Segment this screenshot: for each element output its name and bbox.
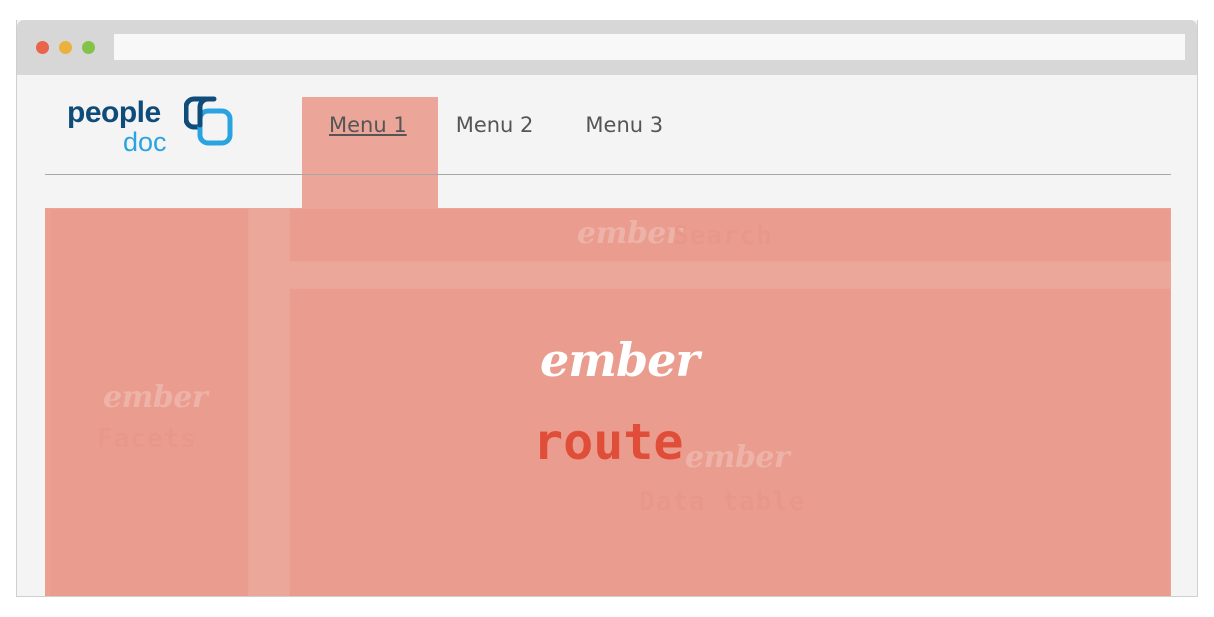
route-label: route [533, 413, 684, 471]
header-divider [45, 174, 1171, 175]
column-gap [249, 208, 289, 596]
nav-item-menu-2[interactable]: Menu 2 [430, 97, 560, 155]
peopledoc-logo[interactable]: people doc [67, 95, 237, 159]
nav-item-menu-1[interactable]: Menu 1 [302, 97, 430, 155]
logo-word-doc: doc [123, 127, 167, 157]
datatable-label: Data table [639, 487, 806, 517]
document-stack-icon [184, 96, 233, 146]
logo-word-people: people [67, 96, 161, 129]
nav-item-menu-3[interactable]: Menu 3 [559, 97, 689, 155]
datatable-ember-label: ember [685, 440, 790, 475]
close-window-button[interactable] [36, 41, 49, 54]
facets-ember-label: ember [103, 380, 208, 415]
browser-toolbar [17, 20, 1197, 75]
browser-window: people doc Menu 1 Menu 2 Menu 3 ember Fa… [16, 20, 1198, 597]
page-viewport: people doc Menu 1 Menu 2 Menu 3 ember Fa… [17, 75, 1197, 596]
ember-route-overlay: ember Facets ember Search ember Data tab… [45, 208, 1171, 596]
maximize-window-button[interactable] [82, 41, 95, 54]
ember-logo: ember [540, 333, 700, 387]
minimize-window-button[interactable] [59, 41, 72, 54]
search-ember-label: ember [577, 216, 682, 251]
address-bar[interactable] [114, 34, 1185, 60]
main-nav: Menu 1 Menu 2 Menu 3 [302, 97, 689, 155]
facets-label: Facets [97, 424, 197, 454]
row-gap [289, 262, 1171, 288]
search-label: Search [673, 221, 773, 251]
